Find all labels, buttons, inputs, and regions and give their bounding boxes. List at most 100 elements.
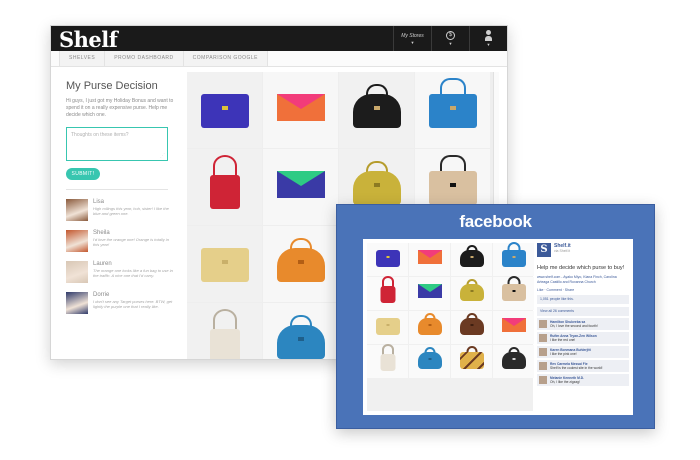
comment-text: I like the pink one!: [550, 352, 577, 356]
top-nav: My Stores ▼ $ ▼ ▼: [393, 26, 507, 51]
product-tile[interactable]: [493, 276, 534, 310]
avatar[interactable]: [66, 292, 88, 314]
product-tile[interactable]: [187, 226, 262, 302]
purse-image: [501, 284, 526, 301]
post-link[interactable]: www.shelf.com - Ayako Miyo, Kiana Finch,…: [537, 275, 629, 284]
facebook-frame: facebook S Shelf.it via Shelf.it Help me…: [336, 204, 655, 429]
purse-image: [459, 284, 484, 301]
shelf-page-logo[interactable]: S: [537, 243, 551, 257]
product-tile[interactable]: [263, 303, 338, 359]
purse-image: [276, 325, 325, 359]
my-stores-button[interactable]: My Stores ▼: [393, 26, 431, 51]
facebook-logo: facebook: [459, 212, 532, 231]
purse-image: [417, 352, 442, 369]
product-tile[interactable]: [187, 72, 262, 148]
product-tile[interactable]: [367, 276, 408, 310]
product-tile[interactable]: [451, 277, 492, 310]
person-icon-body: [485, 36, 492, 41]
avatar[interactable]: [66, 199, 88, 221]
product-tile[interactable]: [493, 345, 534, 378]
post-header: S Shelf.it via Shelf.it: [537, 243, 629, 257]
avatar[interactable]: [66, 230, 88, 252]
purse-image: [428, 171, 477, 205]
avatar[interactable]: [539, 334, 547, 342]
chevron-down-icon: ▼: [448, 41, 453, 46]
comment-list: Lisa High rollings this year, huh, sister…: [66, 199, 176, 314]
purse-image: [380, 354, 395, 371]
comment-author[interactable]: Lauren: [93, 261, 176, 267]
purse-image: [209, 175, 240, 209]
comment-author[interactable]: Lisa: [93, 199, 176, 205]
avatar[interactable]: [539, 348, 547, 356]
shelf-logo[interactable]: Shelf: [59, 27, 118, 52]
comment-text: The orange one looks like a fun bag to u…: [93, 268, 173, 278]
purse-image: [200, 248, 249, 282]
purse-strap: [212, 309, 237, 331]
post-panel: S Shelf.it via Shelf.it Help me decide w…: [537, 243, 629, 386]
product-tile[interactable]: [451, 345, 492, 378]
product-tile[interactable]: [409, 311, 450, 344]
resize-grip-icon[interactable]: ⋰: [160, 153, 165, 159]
product-tile[interactable]: [367, 243, 408, 276]
post-description: Hi guys, I just got my Holiday Bonus and…: [66, 98, 174, 118]
account-button[interactable]: ▼: [469, 26, 507, 51]
product-tile[interactable]: [263, 72, 338, 148]
avatar[interactable]: [539, 320, 547, 328]
tab-comparison-google[interactable]: COMPARISON GOOGLE: [182, 51, 269, 66]
comment-author[interactable]: Sheila: [93, 230, 176, 236]
purse-image: [276, 248, 325, 282]
tab-shelves[interactable]: SHELVES: [59, 51, 106, 66]
page-title: My Purse Decision: [66, 80, 158, 92]
view-comments-link[interactable]: View all 26 comments: [537, 307, 629, 316]
product-tile[interactable]: [263, 226, 338, 302]
avatar[interactable]: [66, 261, 88, 283]
product-tile[interactable]: [409, 345, 450, 378]
likes-count[interactable]: 1,051 people like this.: [537, 295, 629, 304]
product-tile[interactable]: [451, 311, 492, 344]
product-tile[interactable]: [493, 242, 534, 276]
comment-text: Oh, I like the zigzag!: [550, 380, 580, 384]
sidebar: My Purse Decision Hi guys, I just got my…: [66, 80, 176, 314]
purse-image: [459, 352, 484, 369]
tab-bar: SHELVES PROMO DASHBOARD COMPARISON GOOGL…: [51, 51, 507, 67]
comment-textarea[interactable]: Thoughts on these items? ⋰: [66, 127, 168, 161]
product-tile[interactable]: [367, 311, 408, 344]
comment-item: Lauren The orange one looks like a fun ba…: [66, 261, 176, 283]
purse-image: [417, 284, 442, 298]
product-tile[interactable]: [493, 311, 534, 344]
submit-button[interactable]: SUBMIT!: [66, 168, 100, 180]
product-tile[interactable]: [187, 303, 262, 359]
avatar[interactable]: [539, 362, 547, 370]
facebook-comment: Melanie Kenneth M.D. Oh, I like the zigza…: [537, 374, 629, 386]
product-tile[interactable]: [409, 243, 450, 276]
product-tile[interactable]: [367, 344, 408, 378]
facebook-product-grid: [367, 242, 534, 411]
purse-image: [501, 318, 526, 332]
post-actions[interactable]: Like · Comment · Share: [537, 288, 629, 292]
comment-item: Lisa High rollings this year, huh, sister…: [66, 199, 176, 221]
purse-strap: [212, 155, 237, 177]
textarea-placeholder: Thoughts on these items?: [71, 132, 129, 138]
person-icon: [486, 30, 491, 35]
comment-text: I'd love the orange one! Orange is total…: [93, 237, 169, 247]
purse-image: [417, 318, 442, 335]
product-tile[interactable]: [415, 72, 490, 148]
product-tile[interactable]: [187, 149, 262, 225]
comment-author[interactable]: Dorrie: [93, 292, 176, 298]
purse-image: [276, 171, 325, 198]
comment-item: Sheila I'd love the orange one! Orange is…: [66, 230, 176, 252]
my-stores-label: My Stores: [401, 32, 424, 39]
tab-promo-dashboard[interactable]: PROMO DASHBOARD: [104, 51, 184, 66]
purse-image: [501, 352, 526, 369]
product-tile[interactable]: [451, 243, 492, 276]
top-bar: Shelf My Stores ▼ $ ▼ ▼: [51, 26, 507, 52]
avatar[interactable]: [539, 376, 547, 384]
dollar-icon: $: [446, 31, 455, 40]
product-tile[interactable]: [339, 72, 414, 148]
chevron-down-icon: ▼: [410, 39, 415, 45]
currency-button[interactable]: $ ▼: [431, 26, 469, 51]
product-tile[interactable]: [263, 149, 338, 225]
product-tile[interactable]: [409, 277, 450, 310]
facebook-comment: Hamilton Shukeeba sa Oh, I love the secon…: [537, 318, 629, 330]
comment-text: I like the red one!: [550, 338, 576, 342]
